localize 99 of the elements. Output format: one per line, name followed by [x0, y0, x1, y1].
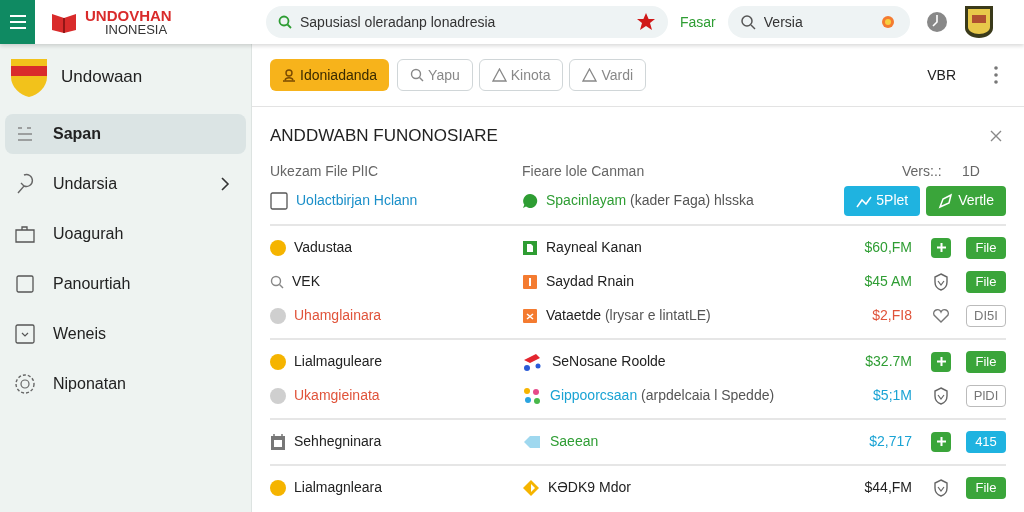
file-badge[interactable]: File [966, 350, 1006, 373]
toolbar-button[interactable]: Kinota [478, 59, 564, 91]
search-link[interactable]: Fasar [680, 11, 716, 33]
column-label: 1D [962, 161, 981, 181]
dropdown-icon [15, 324, 35, 344]
search-field[interactable]: Versia [727, 6, 910, 38]
row-detail: Saeean [550, 432, 599, 451]
shield-icon [933, 272, 949, 291]
triangle-icon [582, 68, 598, 82]
view-label: VBR [927, 65, 956, 85]
search-icon [739, 14, 756, 30]
amount-text: $2,FI8 [871, 306, 912, 325]
sidebar-item[interactable]: Uoagurah [5, 214, 246, 254]
menu-icon [9, 15, 26, 29]
action-button[interactable]: Vertle [926, 185, 1006, 216]
column-label: Fieare lole Canman [522, 161, 646, 181]
row-detail: SeNosane Roolde [552, 352, 666, 371]
add-button[interactable] [931, 237, 951, 258]
search-icon [278, 15, 292, 29]
plus-icon [936, 357, 946, 366]
file-badge[interactable]: DI5I [966, 304, 1006, 327]
row-detail: Rayneal Kanan [546, 238, 642, 257]
pin-icon [15, 173, 35, 195]
case-icon [15, 225, 35, 243]
file-badge[interactable]: 415 [966, 430, 1006, 453]
person-icon [282, 68, 296, 82]
file-badge[interactable]: File [966, 236, 1006, 259]
row-name: Ukamgieinata [294, 386, 380, 405]
shield-logo-icon [9, 56, 49, 98]
shield-icon [933, 386, 949, 405]
toolbar-button[interactable]: Idoniadanda [270, 59, 390, 91]
sidebar-item[interactable]: Sapan [5, 114, 246, 154]
row-name: Sehhegninara [294, 432, 382, 451]
search-input[interactable]: Sapusiasl oleradanp lonadresia [300, 11, 628, 33]
row-detail: Saydad Rnain [546, 272, 634, 291]
amount-text: $45 AM [863, 272, 912, 291]
sidebar-title: Undowaan [61, 66, 143, 89]
clock-icon [925, 11, 948, 33]
column-label: Vers:.: [902, 161, 943, 181]
brand-subtitle: INONESIA [105, 23, 169, 36]
close-icon [990, 129, 1002, 142]
pen-icon [938, 192, 955, 209]
search-field[interactable]: Sapusiasl oleradanp lonadresia [266, 6, 668, 38]
search-icon [410, 68, 425, 82]
sidebar-item[interactable]: Panourtiah [5, 264, 246, 304]
gear-icon [13, 372, 37, 396]
add-button[interactable] [931, 351, 951, 372]
cross-icon [522, 307, 538, 324]
list-icon [16, 126, 34, 142]
emblem-icon [963, 5, 994, 39]
plus-icon [936, 437, 946, 446]
owner-text: Spacinlayam (kader Faga) hlsska [546, 191, 754, 210]
row-name: Lialmagnleara [294, 478, 382, 497]
amount-text: $44,FM [863, 478, 912, 497]
calendar-icon [270, 432, 286, 451]
sidebar-item[interactable]: Weneis [5, 314, 246, 354]
triangle-icon [491, 68, 507, 82]
square-icon [16, 275, 34, 293]
star-icon [636, 12, 656, 32]
column-label: Ukezam File PlIC [270, 161, 380, 181]
row-detail: Gippoorcsaan (arpdelcaia l Spedde) [550, 386, 775, 405]
sidebar-item[interactable]: Niponatan [5, 364, 246, 404]
square-icon [270, 191, 288, 210]
toolbar-button[interactable]: Vardi [569, 59, 647, 91]
amount-text: $60,FM [863, 238, 912, 257]
amount-text: $2,717 [868, 432, 912, 451]
menu-button[interactable] [0, 0, 35, 44]
bar-icon [522, 273, 538, 290]
add-button[interactable] [931, 431, 951, 452]
sidebar-item[interactable]: Undarsia [5, 164, 246, 204]
plus-icon [936, 243, 946, 252]
row-detail: KƏDK9 Mdor [548, 478, 631, 497]
row-name: Uhamglainara [294, 306, 382, 325]
panel-title: ANDDWABN FUNONOSIARE [270, 125, 498, 147]
row-name: VEK [292, 272, 320, 291]
heart-icon [932, 307, 950, 324]
diamond-icon [522, 478, 540, 497]
amount-text: $32.7M [864, 352, 912, 371]
toolbar-button[interactable]: Yapu [397, 59, 473, 91]
document-icon [522, 239, 538, 256]
action-button[interactable]: 5Plet [844, 185, 921, 216]
search-icon [270, 274, 284, 289]
book-icon [51, 11, 77, 33]
chevron-right-icon [220, 176, 230, 192]
row-detail: Vataetde (lrysar e lintatLE) [546, 306, 711, 325]
file-badge[interactable]: File [966, 476, 1006, 499]
dots-icon [522, 385, 542, 406]
shield-icon [933, 478, 949, 497]
more-icon [994, 66, 998, 84]
search-input[interactable]: Versia [763, 11, 870, 33]
file-badge[interactable]: File [966, 270, 1006, 293]
row-name: Lialmaguleare [294, 352, 382, 371]
brand-name: UNDOVHAN [85, 8, 172, 23]
row-name: Vadustaa [294, 238, 353, 257]
amount-text: $5;1M [872, 386, 912, 405]
file-badge[interactable]: PlDI [966, 384, 1006, 407]
file-link[interactable]: Uolactbirjan Hclann [296, 190, 418, 211]
tag-icon [522, 434, 542, 449]
chat-icon [522, 192, 538, 209]
